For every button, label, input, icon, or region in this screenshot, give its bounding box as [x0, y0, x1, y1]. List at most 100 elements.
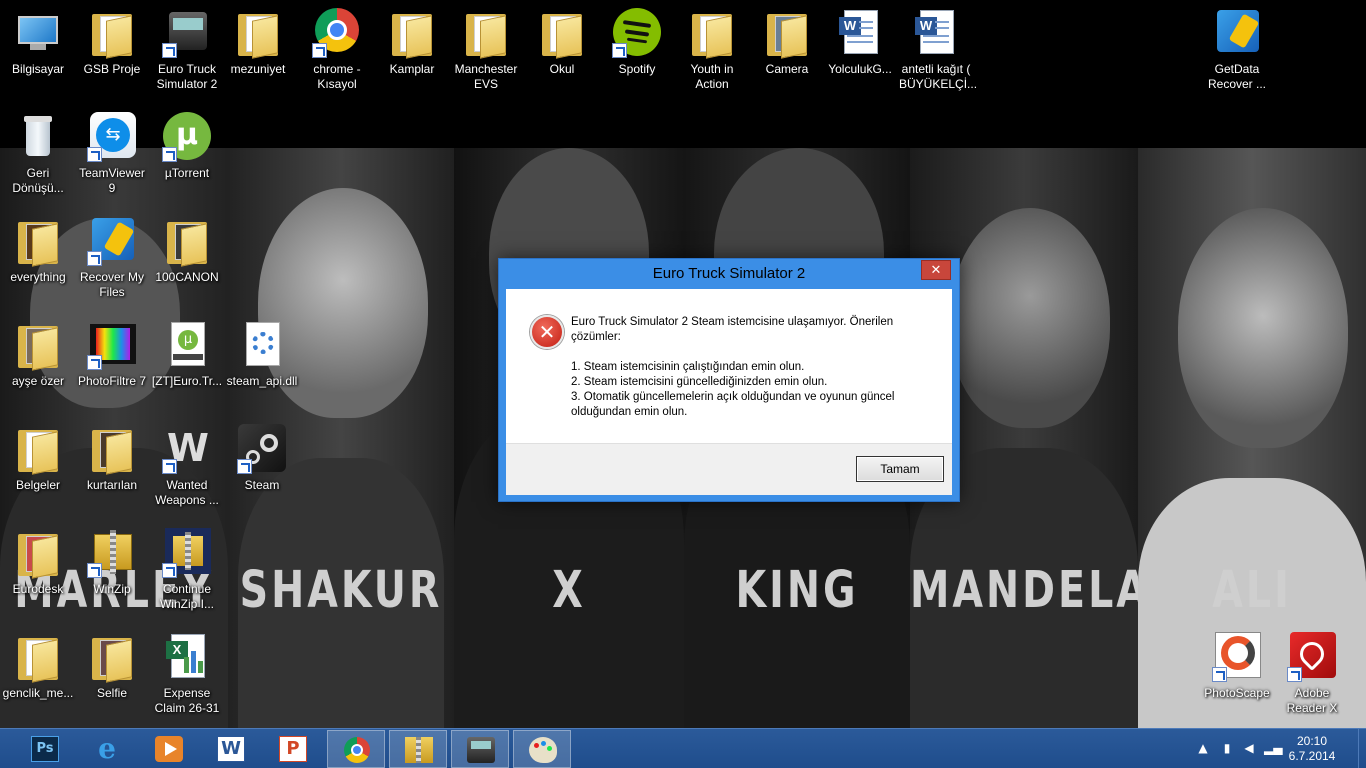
- desktop-icon-continue-winzip[interactable]: Continue WinZip I...: [149, 520, 225, 620]
- folder-icon: [12, 318, 64, 371]
- icon-label: everything: [10, 270, 66, 284]
- desktop-icon-belgeler[interactable]: Belgeler: [0, 416, 76, 516]
- icon-label: WinZip: [93, 582, 131, 596]
- desktop-icon-kurtarilan[interactable]: kurtarılan: [74, 416, 150, 516]
- icon-label: Camera: [765, 62, 809, 76]
- icon-label: PhotoScape: [1204, 686, 1270, 700]
- desktop-icon-genclik[interactable]: genclik_me...: [0, 624, 76, 724]
- show-desktop-button[interactable]: [1358, 729, 1366, 768]
- desktop-icon-yolculuk[interactable]: W YolculukG...: [822, 0, 898, 100]
- wallpaper-caption: X: [552, 561, 586, 620]
- desktop-icon-euro-truck[interactable]: Euro Truck Simulator 2: [149, 0, 225, 100]
- power-icon[interactable]: ▮: [1220, 741, 1234, 755]
- network-icon[interactable]: ▂▄: [1264, 741, 1282, 755]
- folder-icon: [86, 6, 138, 59]
- desktop-icon-steam-api-dll[interactable]: steam_api.dll: [224, 312, 300, 412]
- desktop-icon-photofiltre[interactable]: PhotoFiltre 7: [74, 312, 150, 412]
- desktop-icon-youth-in-action[interactable]: Youth in Action: [674, 0, 750, 100]
- desktop-icon-zt-euro-torrent[interactable]: µ [ZT]Euro.Tr...: [149, 312, 225, 412]
- icon-label: Selfie: [96, 686, 128, 700]
- icon-label: Kamplar: [389, 62, 435, 76]
- desktop-icon-eurodesk[interactable]: Eurodesk: [0, 520, 76, 620]
- desktop-icon-everything[interactable]: everything: [0, 208, 76, 308]
- taskbar-item-paint[interactable]: [513, 730, 571, 768]
- desktop-icon-gsb-proje[interactable]: GSB Proje: [74, 0, 150, 100]
- excel-icon: X: [161, 630, 213, 682]
- folder-icon: [686, 6, 738, 59]
- icon-label: Belgeler: [15, 478, 61, 492]
- ok-button[interactable]: Tamam: [856, 456, 944, 482]
- wanted-icon: W: [161, 422, 213, 474]
- system-tray: ▲ ▮ ◀ ▂▄ 20:10 6.7.2014: [1186, 729, 1366, 768]
- recycle-bin-icon: [12, 110, 64, 162]
- desktop-icon-antetli-kagit[interactable]: W antetli kağıt ( BÜYÜKELÇİ...: [898, 0, 977, 100]
- icon-label: genclik_me...: [2, 686, 74, 700]
- folder-icon: [12, 214, 64, 267]
- icon-label: Steam: [244, 478, 280, 492]
- desktop-icon-chrome[interactable]: chrome - Kısayol: [299, 0, 375, 100]
- getdata-icon: [1211, 6, 1263, 58]
- desktop-icon-recycle-bin[interactable]: Geri Dönüşü...: [0, 104, 76, 204]
- icon-label: Okul: [549, 62, 575, 76]
- desktop-icon-getdata[interactable]: GetData Recover ...: [1199, 0, 1275, 100]
- desktop-icon-manchester-evs[interactable]: Manchester EVS: [448, 0, 524, 100]
- taskbar: Ps e W P ▲ ▮ ◀ ▂▄ 20:10 6.7.2014: [0, 728, 1366, 768]
- desktop-icon-spotify[interactable]: Spotify: [599, 0, 675, 100]
- error-dialog: Euro Truck Simulator 2 ✕ ✕ Euro Truck Si…: [498, 258, 960, 502]
- desktop-icon-selfie[interactable]: Selfie: [74, 624, 150, 724]
- taskbar-item-ie[interactable]: e: [78, 730, 136, 768]
- taskbar-item-winzip[interactable]: [389, 730, 447, 768]
- suggestion-item: 3. Otomatik güncellemelerin açık olduğun…: [571, 391, 895, 418]
- desktop-icon-steam[interactable]: Steam: [224, 416, 300, 516]
- icon-label: Expense Claim 26-31: [154, 686, 220, 715]
- taskbar-item-media-player[interactable]: [140, 730, 198, 768]
- icon-label: Eurodesk: [12, 582, 64, 596]
- photofiltre-icon: [86, 318, 138, 370]
- icon-label: Spotify: [618, 62, 656, 76]
- desktop-icon-ayse-ozer[interactable]: ayşe özer: [0, 312, 76, 412]
- desktop-icon-kamplar[interactable]: Kamplar: [374, 0, 450, 100]
- desktop-icon-okul[interactable]: Okul: [524, 0, 600, 100]
- icon-label: Youth in Action: [690, 62, 734, 91]
- desktop-icon-camera[interactable]: Camera: [749, 0, 825, 100]
- desktop-icon-winzip[interactable]: WinZip: [74, 520, 150, 620]
- desktop-icon-100canon[interactable]: 100CANON: [149, 208, 225, 308]
- icon-label: Bilgisayar: [11, 62, 65, 76]
- suggestion-item: 1. Steam istemcisinin çalıştığından emin…: [571, 361, 805, 373]
- taskbar-item-powerpoint[interactable]: P: [264, 730, 322, 768]
- icon-label: GetData Recover ...: [1207, 62, 1267, 91]
- icon-label: TeamViewer 9: [79, 166, 145, 195]
- desktop-icon-teamviewer[interactable]: ⇆ TeamViewer 9: [74, 104, 150, 204]
- desktop-icon-expense-claim[interactable]: X Expense Claim 26-31: [149, 624, 225, 724]
- teamviewer-icon: ⇆: [86, 110, 138, 162]
- icon-label: Manchester EVS: [454, 62, 518, 91]
- desktop-icon-wanted-weapons[interactable]: W Wanted Weapons ...: [149, 416, 225, 516]
- internet-explorer-icon: e: [98, 732, 116, 765]
- utorrent-icon: µ: [161, 110, 213, 162]
- icon-label: Wanted Weapons ...: [155, 478, 219, 507]
- taskbar-item-chrome[interactable]: [327, 730, 385, 768]
- icon-label: Geri Dönüşü...: [12, 166, 64, 195]
- photoscape-icon: [1211, 630, 1263, 682]
- taskbar-item-word[interactable]: W: [202, 730, 260, 768]
- desktop-icon-photoscape[interactable]: PhotoScape: [1199, 624, 1275, 724]
- desktop-icon-bilgisayar[interactable]: Bilgisayar: [0, 0, 76, 100]
- show-hidden-icons-button[interactable]: ▲: [1196, 741, 1210, 755]
- taskbar-item-euro-truck[interactable]: [451, 730, 509, 768]
- desktop-icon-mezuniyet[interactable]: mezuniyet: [220, 0, 296, 100]
- volume-icon[interactable]: ◀: [1242, 741, 1256, 755]
- recover-icon: [86, 214, 138, 266]
- error-icon: ✕: [530, 315, 564, 349]
- clock[interactable]: 20:10 6.7.2014: [1282, 734, 1342, 764]
- icon-label: PhotoFiltre 7: [77, 374, 147, 388]
- taskbar-item-photoshop[interactable]: Ps: [16, 730, 74, 768]
- wallpaper-caption: MANDELA: [910, 561, 1138, 620]
- folder-icon: [12, 630, 64, 683]
- icon-label: Recover My Files: [79, 270, 144, 299]
- winzip-icon: [161, 526, 213, 578]
- desktop-icon-recover-my-files[interactable]: Recover My Files: [74, 208, 150, 308]
- desktop-icon-adobe-reader[interactable]: Adobe Reader X: [1274, 624, 1350, 724]
- desktop-icon-utorrent[interactable]: µ µTorrent: [149, 104, 225, 204]
- close-button[interactable]: ✕: [921, 260, 951, 280]
- icon-label: Adobe Reader X: [1286, 686, 1338, 715]
